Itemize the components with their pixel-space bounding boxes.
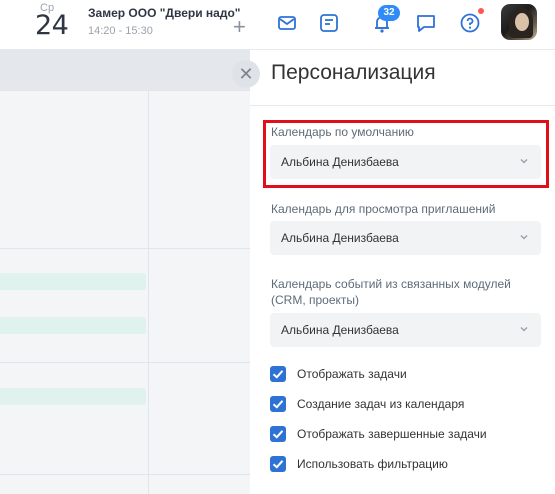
upcoming-event-title[interactable]: Замер ООО "Двери надо" [88,6,240,20]
calendar-header [0,50,250,90]
check-icon [272,430,284,439]
linked-modules-calendar-select[interactable]: Альбина Денизбаева [270,313,541,347]
calendar-event [0,317,146,334]
show-tasks-checkbox[interactable] [270,366,286,382]
calendar-event [0,388,146,405]
linked-modules-calendar-value: Альбина Денизбаева [281,323,399,337]
invitations-calendar-label: Календарь для просмотра приглашений [271,202,496,216]
show-completed-tasks-checkbox[interactable] [270,426,286,442]
create-tasks-checkbox[interactable] [270,396,286,412]
top-bar: Ср 24 Замер ООО "Двери надо" 14:20 - 15:… [0,0,555,50]
check-icon [272,400,284,409]
notifications-badge: 32 [378,5,400,21]
check-icon [272,460,284,469]
linked-modules-calendar-label: Календарь событий из связанных модулей (… [271,277,511,307]
mail-icon[interactable] [274,10,300,36]
invitations-calendar-value: Альбина Денизбаева [281,231,399,245]
tasks-icon[interactable] [316,10,342,36]
use-filtering-checkbox[interactable] [270,456,286,472]
avatar[interactable] [501,4,537,40]
show-completed-tasks-label[interactable]: Отображать завершенные задачи [297,427,487,441]
close-icon: ✕ [238,64,254,84]
highlight-frame [263,120,549,188]
upcoming-event-time: 14:20 - 15:30 [88,25,153,37]
chevron-down-icon [517,322,531,336]
help-icon[interactable] [457,10,483,36]
invitations-calendar-select[interactable]: Альбина Денизбаева [270,221,541,255]
panel-title: Персонализация [271,61,436,84]
chevron-down-icon [517,230,531,244]
event-day: 24 [35,10,69,41]
chat-icon[interactable] [413,10,439,36]
close-panel-button[interactable]: ✕ [232,60,260,88]
panel-divider [250,105,555,106]
show-tasks-label[interactable]: Отображать задачи [297,367,407,381]
calendar-event [0,273,146,290]
use-filtering-label[interactable]: Использовать фильтрацию [297,457,448,471]
help-alert-dot [478,8,484,14]
check-icon [272,370,284,379]
create-tasks-label[interactable]: Создание задач из календаря [297,397,464,411]
calendar-grid [0,90,250,494]
add-event-button[interactable]: + [233,16,246,38]
